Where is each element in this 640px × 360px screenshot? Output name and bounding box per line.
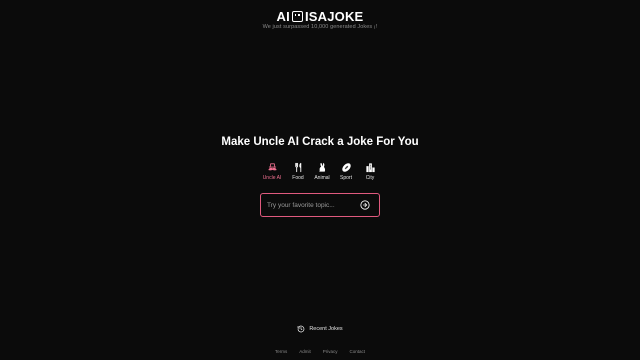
topic-search-box — [260, 193, 380, 217]
category-uncle-ai[interactable]: Uncle AI — [261, 161, 283, 181]
logo-text-right: ISAJOKE — [304, 8, 364, 24]
topic-input[interactable] — [261, 194, 359, 216]
category-label: Animal — [314, 175, 330, 181]
recent-jokes-label: Recent Jokes — [309, 326, 343, 332]
robot-face-icon — [291, 11, 303, 23]
category-sport[interactable]: Sport — [337, 161, 355, 181]
category-label: Food — [292, 175, 304, 181]
history-icon — [297, 325, 305, 333]
footer-link-contact[interactable]: Contact — [350, 349, 366, 354]
city-icon — [364, 161, 376, 173]
rabbit-icon — [316, 161, 328, 173]
category-label: Uncle AI — [262, 175, 282, 181]
category-label: City — [365, 175, 375, 181]
footer-link-terms[interactable]: Terms — [275, 349, 287, 354]
footer-link-privacy[interactable]: Privacy — [323, 349, 338, 354]
category-label: Sport — [340, 175, 352, 181]
site-logo[interactable]: AI ISAJOKE — [0, 9, 640, 24]
recent-jokes-link[interactable]: Recent Jokes — [297, 325, 343, 333]
category-animal[interactable]: Animal — [313, 161, 331, 181]
mustache-icon — [266, 161, 278, 173]
submit-button[interactable] — [359, 199, 371, 211]
page: AI ISAJOKE We just surpassed 10,000 gener… — [0, 0, 640, 360]
arrow-right-circle-icon — [360, 200, 370, 210]
category-selector: Uncle AI Food Animal Sport City — [0, 161, 640, 181]
football-icon — [340, 161, 352, 173]
footer: Terms Admit Privacy Contact — [0, 349, 640, 354]
tagline: We just surpassed 10,000 generated Jokes… — [262, 24, 378, 30]
utensils-icon — [292, 161, 304, 173]
category-city[interactable]: City — [361, 161, 379, 181]
page-title: Make Uncle AI Crack a Joke For You — [221, 136, 419, 148]
footer-link-admit[interactable]: Admit — [299, 349, 311, 354]
logo-text-left: AI — [276, 8, 290, 24]
recent-jokes: Recent Jokes — [0, 325, 640, 333]
category-food[interactable]: Food — [289, 161, 307, 181]
